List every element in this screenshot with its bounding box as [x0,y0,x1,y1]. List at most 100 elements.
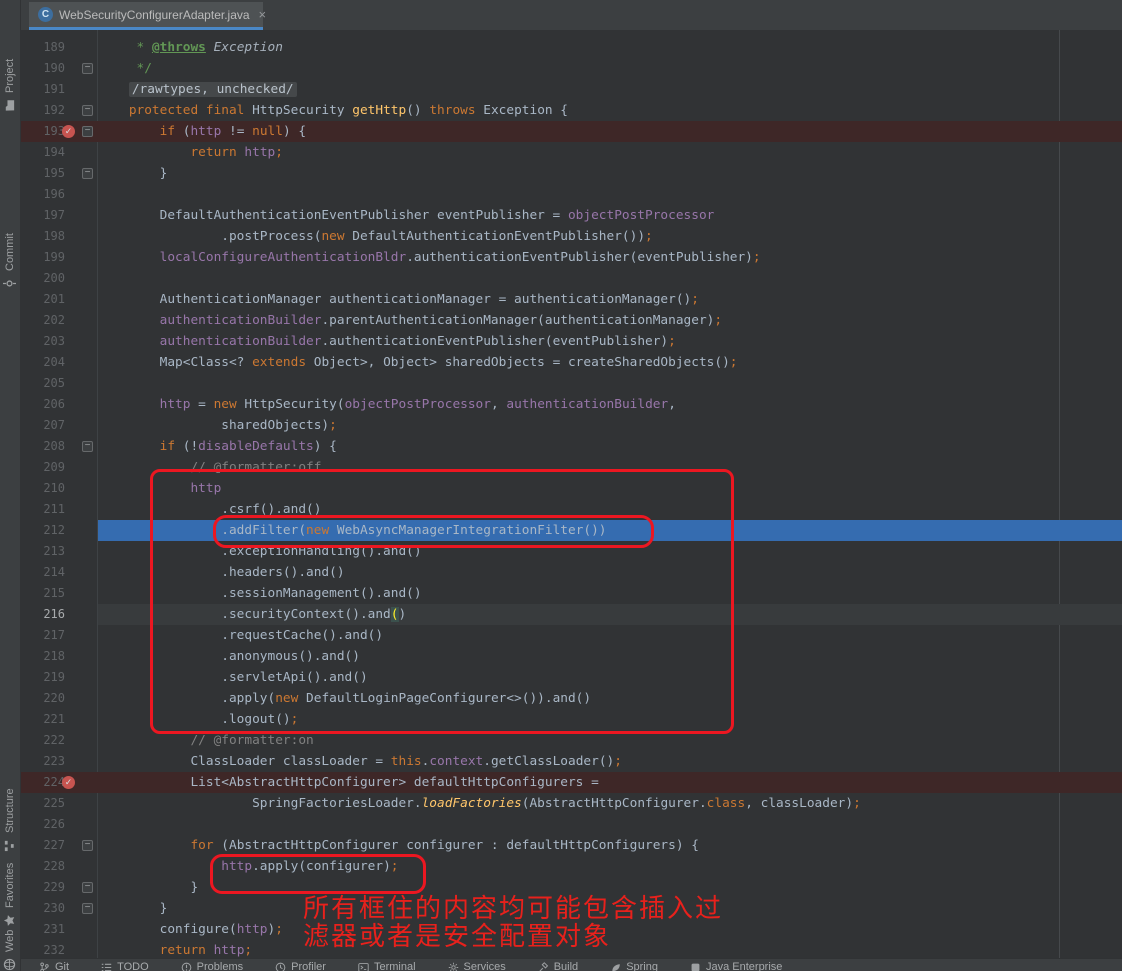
code-line-197[interactable]: 197 DefaultAuthenticationEventPublisher … [21,205,1122,226]
code-line-198[interactable]: 198 .postProcess(new DefaultAuthenticati… [21,226,1122,247]
code-editor[interactable]: 189 * @throws Exception190− */191 /rawty… [21,30,1122,958]
code-line-208[interactable]: 208− if (!disableDefaults) { [21,436,1122,457]
code-line-220[interactable]: 220 .apply(new DefaultLoginPageConfigure… [21,688,1122,709]
statusbar-item-build[interactable]: Build [538,961,578,971]
line-number[interactable]: 200 [21,268,65,289]
line-number[interactable]: 203 [21,331,65,352]
line-number[interactable]: 218 [21,646,65,667]
code-line-211[interactable]: 211 .csrf().and() [21,499,1122,520]
code-line-191[interactable]: 191 /rawtypes, unchecked/ [21,79,1122,100]
line-number[interactable]: 191 [21,79,65,100]
code-line-225[interactable]: 225 SpringFactoriesLoader.loadFactories(… [21,793,1122,814]
stripe-button-structure[interactable]: Structure [3,788,16,852]
statusbar-item-terminal[interactable]: Terminal [358,961,416,971]
code-line-221[interactable]: 221 .logout(); [21,709,1122,730]
statusbar-item-spring[interactable]: Spring [610,961,658,971]
line-number[interactable]: 211 [21,499,65,520]
code-line-209[interactable]: 209 // @formatter:off [21,457,1122,478]
fold-icon[interactable]: − [82,63,93,74]
line-number[interactable]: 215 [21,583,65,604]
line-number[interactable]: 208 [21,436,65,457]
code-line-214[interactable]: 214 .headers().and() [21,562,1122,583]
line-number[interactable]: 225 [21,793,65,814]
line-number[interactable]: 223 [21,751,65,772]
line-number[interactable]: 202 [21,310,65,331]
line-number[interactable]: 195 [21,163,65,184]
fold-icon[interactable]: − [82,840,93,851]
fold-icon[interactable]: − [82,126,93,137]
code-line-216[interactable]: 216 .securityContext().and() [21,604,1122,625]
code-line-200[interactable]: 200 [21,268,1122,289]
statusbar-item-problems[interactable]: Problems [181,961,243,971]
line-number[interactable]: 213 [21,541,65,562]
code-line-213[interactable]: 213 .exceptionHandling().and() [21,541,1122,562]
line-number[interactable]: 193 [21,121,65,142]
line-number[interactable]: 222 [21,730,65,751]
statusbar-item-todo[interactable]: TODO [101,961,149,971]
code-line-230[interactable]: 230− } [21,898,1122,919]
code-line-222[interactable]: 222 // @formatter:on [21,730,1122,751]
fold-icon[interactable]: − [82,105,93,116]
line-number[interactable]: 228 [21,856,65,877]
line-number[interactable]: 206 [21,394,65,415]
code-line-205[interactable]: 205 [21,373,1122,394]
line-number[interactable]: 205 [21,373,65,394]
code-line-232[interactable]: 232 return http; [21,940,1122,958]
breakpoint-icon[interactable]: ✓ [62,776,75,789]
line-number[interactable]: 217 [21,625,65,646]
line-number[interactable]: 210 [21,478,65,499]
code-line-217[interactable]: 217 .requestCache().and() [21,625,1122,646]
fold-icon[interactable]: − [82,168,93,179]
stripe-button-project[interactable]: Project [3,59,16,112]
code-line-192[interactable]: 192− protected final HttpSecurity getHtt… [21,100,1122,121]
line-number[interactable]: 231 [21,919,65,940]
code-line-223[interactable]: 223 ClassLoader classLoader = this.conte… [21,751,1122,772]
code-line-196[interactable]: 196 [21,184,1122,205]
line-number[interactable]: 190 [21,58,65,79]
code-line-229[interactable]: 229− } [21,877,1122,898]
line-number[interactable]: 227 [21,835,65,856]
line-number[interactable]: 197 [21,205,65,226]
code-line-190[interactable]: 190− */ [21,58,1122,79]
code-line-219[interactable]: 219 .servletApi().and() [21,667,1122,688]
statusbar-item-git[interactable]: Git [39,961,69,971]
code-line-218[interactable]: 218 .anonymous().and() [21,646,1122,667]
stripe-button-commit[interactable]: Commit [3,233,16,290]
statusbar-item-profiler[interactable]: Profiler [275,961,326,971]
line-number[interactable]: 232 [21,940,65,958]
code-line-204[interactable]: 204 Map<Class<? extends Object>, Object>… [21,352,1122,373]
line-number[interactable]: 229 [21,877,65,898]
line-number[interactable]: 226 [21,814,65,835]
line-number[interactable]: 224 [21,772,65,793]
line-number[interactable]: 201 [21,289,65,310]
line-number[interactable]: 204 [21,352,65,373]
line-number[interactable]: 194 [21,142,65,163]
tab-websecurityconfigureradapter[interactable]: C WebSecurityConfigurerAdapter.java × [29,2,263,27]
line-number[interactable]: 221 [21,709,65,730]
fold-icon[interactable]: − [82,882,93,893]
code-line-231[interactable]: 231 configure(http); [21,919,1122,940]
line-number[interactable]: 196 [21,184,65,205]
statusbar-item-java-enterprise[interactable]: Java Enterprise [690,961,782,971]
code-line-199[interactable]: 199 localConfigureAuthenticationBldr.aut… [21,247,1122,268]
code-line-227[interactable]: 227− for (AbstractHttpConfigurer configu… [21,835,1122,856]
line-number[interactable]: 230 [21,898,65,919]
line-number[interactable]: 212 [21,520,65,541]
code-line-224[interactable]: 224✓ List<AbstractHttpConfigurer> defaul… [21,772,1122,793]
code-line-215[interactable]: 215 .sessionManagement().and() [21,583,1122,604]
line-number[interactable]: 207 [21,415,65,436]
code-line-193[interactable]: 193✓− if (http != null) { [21,121,1122,142]
code-line-189[interactable]: 189 * @throws Exception [21,37,1122,58]
code-line-207[interactable]: 207 sharedObjects); [21,415,1122,436]
statusbar-item-services[interactable]: Services [448,961,506,971]
code-line-226[interactable]: 226 [21,814,1122,835]
code-line-202[interactable]: 202 authenticationBuilder.parentAuthenti… [21,310,1122,331]
line-number[interactable]: 209 [21,457,65,478]
line-number[interactable]: 198 [21,226,65,247]
stripe-button-web[interactable]: Web [3,930,16,971]
line-number[interactable]: 192 [21,100,65,121]
code-line-228[interactable]: 228 http.apply(configurer); [21,856,1122,877]
line-number[interactable]: 219 [21,667,65,688]
code-line-194[interactable]: 194 return http; [21,142,1122,163]
fold-icon[interactable]: − [82,441,93,452]
